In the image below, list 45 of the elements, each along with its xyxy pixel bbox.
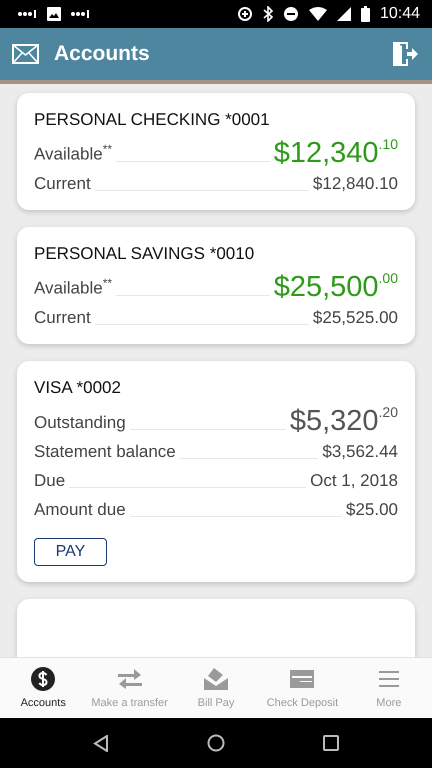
- balance-value: $25.00: [346, 500, 398, 520]
- balance-value: Oct 1, 2018: [310, 471, 398, 491]
- balance-label: Due: [34, 471, 66, 491]
- balance-value: $25,525.00: [312, 308, 398, 328]
- recents-button[interactable]: [323, 735, 339, 751]
- back-button[interactable]: [93, 734, 109, 752]
- pay-button[interactable]: PAY: [34, 538, 107, 566]
- mail-icon[interactable]: [12, 44, 39, 64]
- account-name: PERSONAL CHECKING *0001: [34, 110, 271, 130]
- screen-title: Accounts: [54, 42, 151, 66]
- nav-tab[interactable]: Accounts: [0, 658, 86, 718]
- balance-label: Amount due: [34, 500, 126, 520]
- home-button[interactable]: [207, 734, 225, 752]
- wifi-icon: [308, 7, 327, 21]
- balance-label: Current: [34, 308, 91, 328]
- balance-value: $12,840.10: [312, 174, 398, 194]
- account-name: VISA *0002: [34, 378, 122, 398]
- account-name: PERSONAL SAVINGS *0010: [34, 244, 256, 264]
- do-not-disturb-icon: [282, 6, 299, 22]
- sync-icon: [236, 6, 253, 22]
- balance-label: Statement balance: [34, 442, 176, 462]
- balance-label: Outstanding: [34, 413, 126, 433]
- account-card[interactable]: VISA *0002 Outstanding $5,320$^{.20}$ Statement balance $3,562.44 Due Oct 1, 2018 Amount due $25.00 PAY: [17, 361, 415, 582]
- image-icon: [47, 7, 61, 21]
- balance-label: Current: [34, 174, 91, 194]
- signal-dots-icon: [71, 10, 90, 18]
- envelope-icon: [204, 668, 228, 690]
- balance-amount: $5,320$^{.20}$: [290, 403, 398, 437]
- signal-dots-icon: [18, 10, 37, 18]
- balance-label: Available$^{**}$: [34, 275, 112, 299]
- balance-amount: $12,340$^{.10}$: [274, 135, 398, 169]
- account-card[interactable]: PERSONAL CHECKING *0001 Available$^{**}$ $12,340$^{.10}$ Current $12,840.10: [17, 93, 415, 210]
- bluetooth-icon: [262, 6, 273, 22]
- menu-icon: [378, 671, 399, 687]
- transfer-arrows-icon: [118, 668, 142, 690]
- balance-label: Available$^{**}$: [34, 141, 112, 165]
- account-card[interactable]: PERSONAL SAVINGS *0010 Available$^{**}$ $25,500$^{.00}$ Current $25,525.00: [17, 227, 415, 344]
- balance-amount: $25,500$^{.00}$: [274, 269, 398, 303]
- battery-icon: [360, 6, 370, 22]
- logout-button[interactable]: [392, 41, 418, 67]
- cell-signal-icon: [336, 7, 351, 21]
- dollar-icon: [31, 667, 56, 691]
- clock-time: 10:44: [380, 5, 420, 23]
- balance-value: $3,562.44: [322, 442, 398, 462]
- card-icon: [290, 670, 314, 688]
